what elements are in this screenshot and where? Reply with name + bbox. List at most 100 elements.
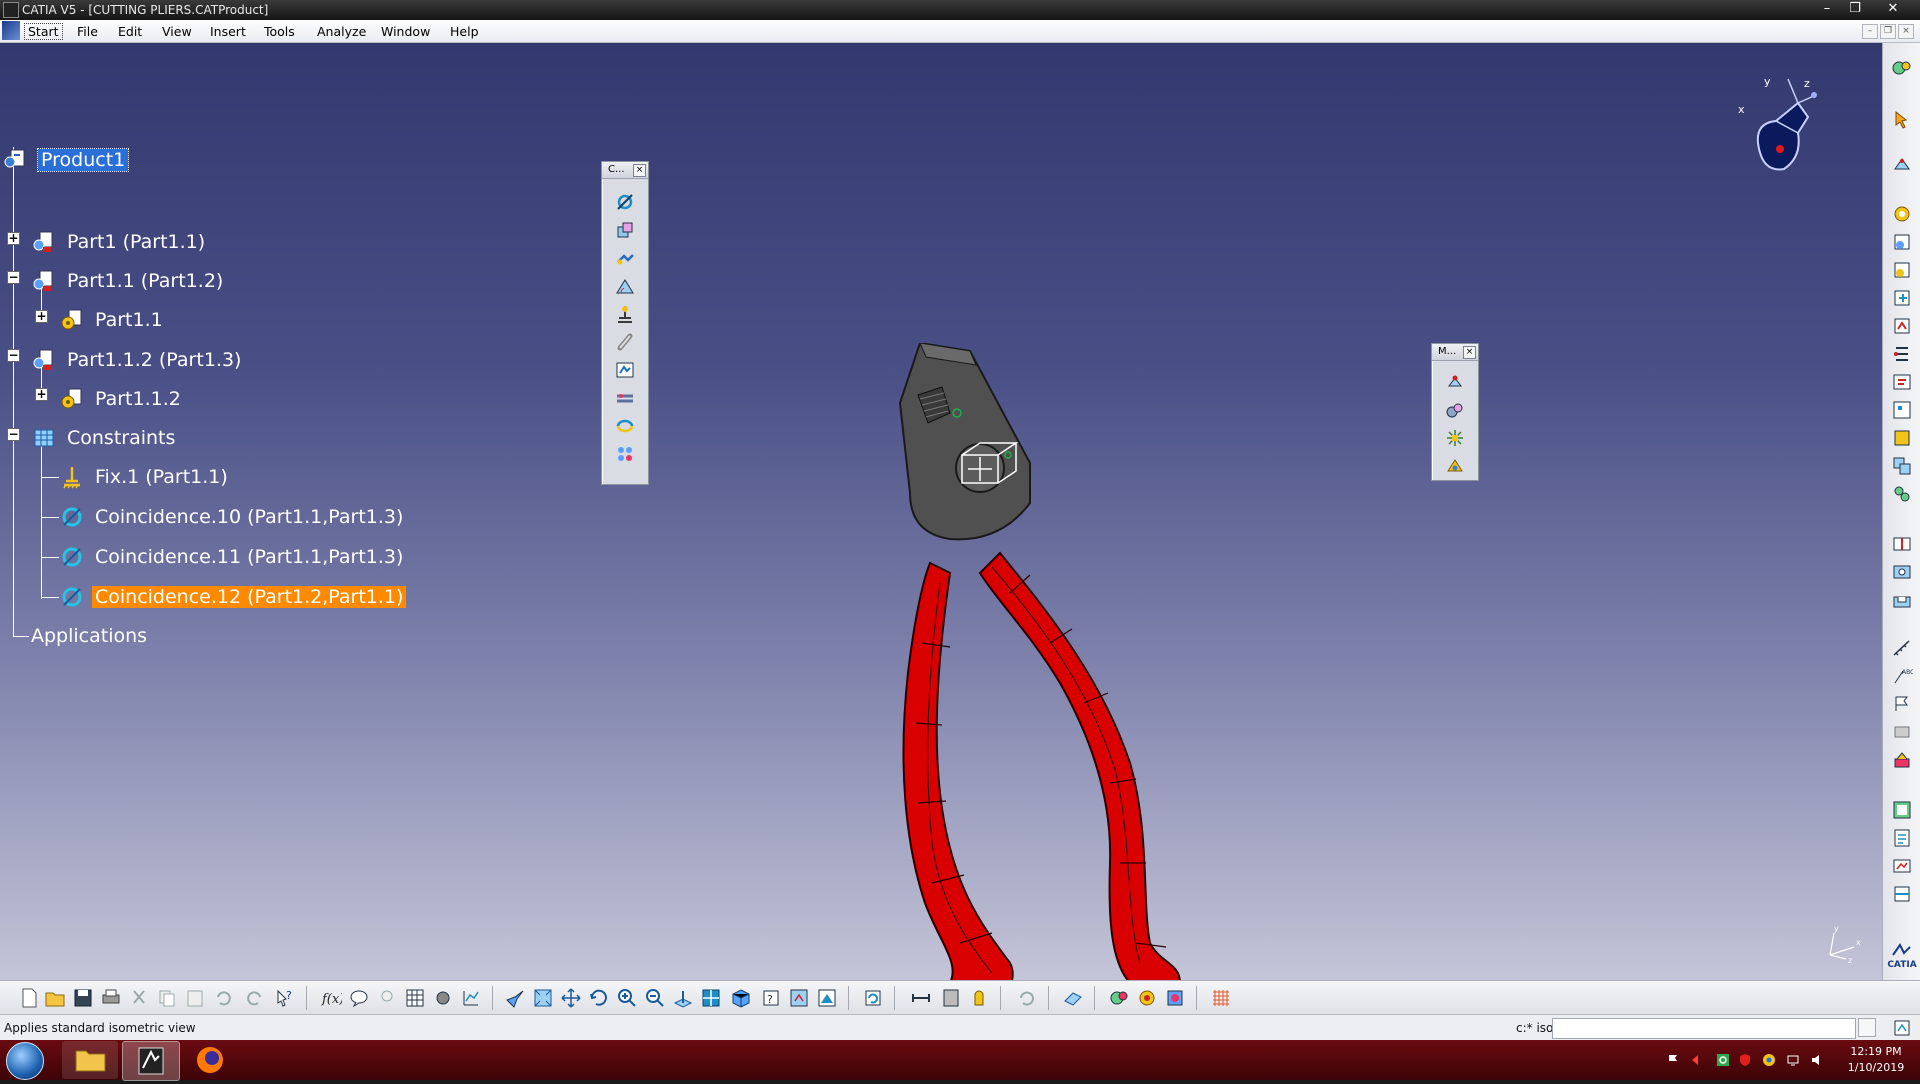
doc-close-button[interactable]: × [1898,24,1914,39]
taskbar-firefox-button[interactable] [182,1041,238,1079]
print-icon[interactable] [100,987,122,1009]
select-icon[interactable] [1891,109,1913,131]
3d-viewport[interactable]: Product1 + Part1 (Part1.1) − Part1.1 (Pa… [0,43,1882,980]
compass-handle[interactable] [1776,145,1784,153]
catia-app-icon[interactable] [3,2,19,18]
menu-start[interactable]: Start [24,23,63,40]
measure-inertia-icon[interactable] [968,987,990,1009]
catalog-icon[interactable] [432,987,454,1009]
paste-icon[interactable] [184,987,206,1009]
pliers-jaw-head[interactable] [898,343,1031,541]
selective-load-icon[interactable] [1891,399,1913,421]
refresh-icon[interactable] [1016,987,1038,1009]
chrome-tray-icon[interactable] [1762,1053,1776,1067]
compass-snap-icon[interactable] [1891,153,1913,175]
fix-together-tool[interactable] [614,331,636,353]
doc-minimize-button[interactable]: – [1862,24,1878,39]
bill-of-material-icon[interactable] [1891,827,1913,849]
tree-label[interactable]: Fix.1 (Part1.1) [92,466,231,488]
close-button[interactable]: ✕ [1880,0,1906,18]
flag-note-icon[interactable] [1891,693,1913,715]
pan-icon[interactable] [560,987,582,1009]
menu-edit[interactable]: Edit [118,24,142,39]
tree-node-fix1[interactable]: Fix.1 (Part1.1) [60,463,231,491]
existing-component-icon[interactable] [1891,203,1913,225]
change-constraint-tool[interactable] [614,415,636,437]
restore-button[interactable]: ❐ [1842,0,1868,18]
tree-node-part1-1-2-body[interactable]: Part1.1.2 [60,385,184,413]
distance-band-icon[interactable] [910,987,932,1009]
fly-mode-icon[interactable] [504,987,526,1009]
measure-between-icon[interactable] [940,987,962,1009]
law-icon[interactable] [460,987,482,1009]
stop-manipulate-on-clash-tool[interactable] [1444,455,1466,477]
tree-node-part1-1-2[interactable]: Part1.1.2 (Part1.3) [32,346,244,374]
sectioning-icon[interactable] [1891,883,1913,905]
menu-view[interactable]: View [162,24,192,39]
redo-icon[interactable] [244,987,266,1009]
graph-tree-reordering-icon[interactable] [1891,343,1913,365]
tree-label[interactable]: Part1 (Part1.1) [64,231,208,253]
open-folder-icon[interactable] [44,987,66,1009]
taskbar-explorer-button[interactable] [62,1041,118,1079]
multi-instantiation-icon[interactable] [1891,455,1913,477]
tree-label[interactable]: Part1.1.2 [92,388,184,410]
power-input-icon[interactable] [1892,1018,1912,1038]
knowledge-advisor-icon[interactable] [348,987,370,1009]
shading-icon[interactable] [816,987,838,1009]
taskbar-catia-button[interactable] [122,1041,180,1081]
tree-label-product1[interactable]: Product1 [36,148,130,172]
catia-document-icon[interactable] [2,21,20,40]
explode-tool[interactable] [1444,427,1466,449]
hole-icon[interactable] [1891,561,1913,583]
menu-help[interactable]: Help [450,24,479,39]
move-toolbar[interactable]: M... × [1431,343,1479,481]
network-tray-icon[interactable] [1786,1053,1800,1067]
new-component-icon[interactable] [1891,231,1913,253]
fix-component-tool[interactable] [614,303,636,325]
clash-analysis-icon[interactable] [1891,855,1913,877]
menu-insert[interactable]: Insert [210,24,246,39]
tree-label[interactable]: Applications [28,625,150,647]
scenes-icon[interactable] [1891,721,1913,743]
dmu-simulation-icon[interactable] [1108,987,1130,1009]
command-history-button[interactable] [1858,1018,1876,1037]
tree-label[interactable]: Coincidence.10 (Part1.1,Part1.3) [92,506,406,528]
whats-this-icon[interactable]: ? [274,987,296,1009]
new-document-icon[interactable] [18,987,40,1009]
tree-node-part1-1[interactable]: Part1.1 (Part1.2) [32,267,226,295]
tree-node-constraints[interactable]: Constraints [32,424,178,452]
new-part-icon[interactable] [1891,287,1913,309]
tree-node-part1-1-body[interactable]: Part1.1 [60,306,166,334]
pliers-3d-model[interactable] [880,343,1240,980]
pliers-right-handle[interactable] [978,551,1181,980]
workbench-icon[interactable] [1891,57,1913,79]
expand-toggle[interactable]: + [35,388,48,401]
volume-tray-icon[interactable] [1810,1053,1824,1067]
hide-show-icon[interactable]: ? [760,987,782,1009]
isometric-view-icon[interactable] [730,987,752,1009]
generate-numbering-icon[interactable] [1891,371,1913,393]
pocket-icon[interactable] [1891,589,1913,611]
manage-representations-icon[interactable] [1891,427,1913,449]
pliers-left-handle[interactable] [902,561,1014,980]
coincidence-constraint-tool[interactable] [614,191,636,213]
menu-analyze[interactable]: Analyze [317,24,366,39]
toolbar-close-button[interactable]: × [633,164,646,177]
minimize-button[interactable]: – [1814,0,1840,18]
collapse-toggle[interactable]: − [7,349,20,362]
tree-label[interactable]: Part1.1 (Part1.2) [64,270,226,292]
toolbar-close-button[interactable]: × [1463,346,1476,359]
tree-label[interactable]: Part1.1 [92,309,166,331]
tree-root[interactable]: Product1 [4,146,130,174]
menu-tools[interactable]: Tools [264,24,295,39]
formula-icon[interactable]: f(x) [320,987,342,1009]
save-icon[interactable] [72,987,94,1009]
tree-node-coincidence-10[interactable]: Coincidence.10 (Part1.1,Part1.3) [60,503,406,531]
normal-view-icon[interactable] [672,987,694,1009]
tree-node-coincidence-11[interactable]: Coincidence.11 (Part1.1,Part1.3) [60,543,406,571]
reuse-pattern-tool[interactable] [614,443,636,465]
apply-material-icon[interactable] [1164,987,1186,1009]
flexible-rigid-subassembly-tool[interactable] [614,387,636,409]
render-icon[interactable] [1136,987,1158,1009]
